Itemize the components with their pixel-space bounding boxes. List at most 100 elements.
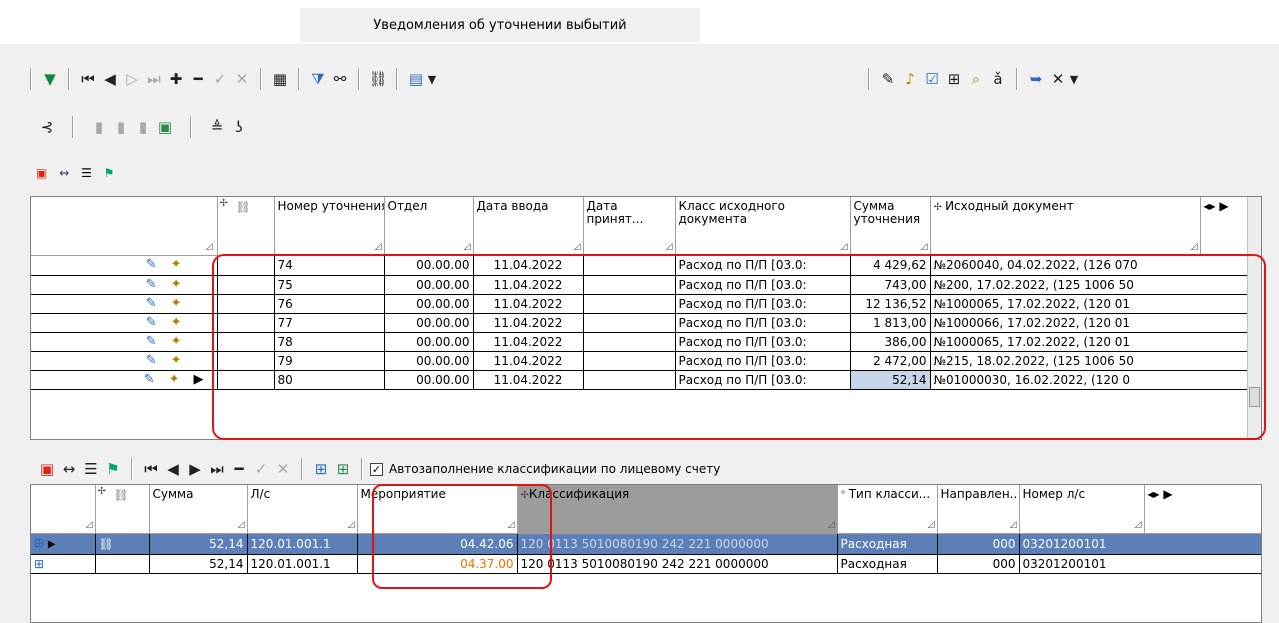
doc-green-icon[interactable]: ▣ [154,116,176,138]
row-indicator[interactable]: ✎ ✦ [31,294,218,314]
list-icon[interactable]: ☰ [81,166,96,180]
case-icon[interactable]: ǎ [987,68,1009,90]
col-ls-header[interactable]: Л/с ◿ [247,485,358,534]
table-row[interactable]: ⊞ 52,14 120.01.001.1 04.37.00 120 0113 50100… [31,554,1261,574]
link-cell[interactable] [95,554,150,574]
col-sum-header[interactable]: Сумма ◿ [149,485,248,534]
prev-record-icon[interactable]: ◀ [162,458,184,480]
row-indicator[interactable]: ✎ ✦ [31,351,218,371]
add-red-icon[interactable]: ▣ [36,166,51,180]
cell-type[interactable]: Расходная [837,534,938,555]
status-icon: ✦ [170,295,182,311]
last-record-icon[interactable]: ⏭ [206,458,228,480]
tree-flag-icon[interactable]: ⚑ [104,166,119,180]
cell-ls[interactable]: 120.01.001.1 [247,554,358,574]
glasses-icon[interactable]: ʖ [228,116,250,138]
lower-link-header[interactable]: ✢ ⛓ [95,485,150,534]
col-class-header[interactable]: Класс исходного документа ◿ [675,197,851,256]
edit-icon[interactable]: ✎ [877,68,899,90]
cell-cls[interactable]: 120 0113 5010080190 242 221 0000000 [517,554,838,574]
row-indicator[interactable]: ✎ ✦ [31,313,218,333]
col-sum-header[interactable]: Сумма уточнения ◿ [850,197,931,256]
expand-icon[interactable]: ↔ [58,458,80,480]
add-icon[interactable]: ✚ [165,68,187,90]
edit-doc-icon: ✎ [145,295,157,311]
col-classification-header[interactable]: ✢Классификация ◿ [517,485,838,534]
confirm-icon[interactable]: ✓ [209,68,231,90]
expand-icon[interactable]: ↔ [59,166,73,180]
edit-doc-icon: ✎ [145,314,157,330]
doc3-icon[interactable]: ▮ [132,116,154,138]
secondary-toolbar: ⊰ ▮ ▮ ▮ ▣ ≜ ʖ [36,114,250,140]
col-doc-header[interactable]: ✢ Исходный документ ◿ [930,197,1201,256]
right-toolbar: ✎ ♪ ☑ ⊞ ⌕ ǎ ➥ ✕ ▼ [868,64,1079,94]
next-record-icon[interactable]: ▷ [121,68,143,90]
add-red-icon[interactable]: ▣ [36,458,58,480]
cell-dir[interactable]: 000 [937,534,1020,555]
binoculars-icon[interactable]: ⚯ [329,68,351,90]
col-date-header[interactable]: Дата ввода ◿ [473,197,584,256]
expand-row-icon[interactable]: ⊞ [34,557,44,571]
col-accepted-header[interactable]: Дата принят... ◿ [583,197,676,256]
add-class-green-icon[interactable]: ⊞ [332,458,354,480]
cell-cls[interactable]: 120 0113 5010080190 242 221 0000000 [517,534,838,555]
row-indicator[interactable]: ✎ ✦ [31,275,218,295]
cell-sum[interactable]: 52,14 [149,554,248,574]
cell-sum[interactable]: 52,14 [149,534,248,555]
dropdown-icon[interactable]: ▼ [1069,68,1079,90]
scroll-cols-header[interactable]: ◂▸ ▶ [1200,197,1251,256]
cell-ls[interactable]: 120.01.001.1 [247,534,358,555]
remove-icon[interactable]: ━ [187,68,209,90]
row-indicator[interactable]: ✎ ✦ [31,332,218,352]
col-lsnum-header[interactable]: Номер л/с ◿ [1019,485,1145,534]
row-indicator[interactable]: ✎ ✦ ▶ [31,370,218,390]
check-icon[interactable]: ☑ [921,68,943,90]
search-doc-icon[interactable]: ⌕ [965,68,987,90]
first-record-icon[interactable]: ⏮ [140,458,162,480]
filter-green-icon[interactable]: ▼ [39,68,61,90]
row-indicator[interactable]: ✎ ✦ [31,256,218,276]
cell-lsnum[interactable]: 03201200101 [1019,554,1261,574]
cell-lsnum[interactable]: 03201200101 [1019,534,1261,555]
autofill-checkbox[interactable]: ✓ [370,462,383,476]
calendar-icon[interactable]: ⊞ [943,68,965,90]
calculator-icon[interactable]: ▦ [269,68,291,90]
col-direction-header[interactable]: Направлен.. ◿ [937,485,1020,534]
tree-icon[interactable]: ⊰ [36,116,58,138]
export-icon[interactable]: ▤ [405,68,427,90]
tree-flag-icon[interactable]: ⚑ [102,458,124,480]
link-cell[interactable]: ⛓ [95,534,150,555]
col-type-header[interactable]: ° Тип класси... ◿ [837,485,938,534]
add-class-icon[interactable]: ⊞ [310,458,332,480]
sign-icon[interactable]: ≜ [206,116,228,138]
tab-notifications[interactable]: Уведомления об уточнении выбытий [300,8,700,42]
col-num-header[interactable]: Номер уточнения ◿ [274,197,385,256]
expand-row-icon[interactable]: ⊞ [34,536,44,550]
cancel-icon[interactable]: ✕ [272,458,294,480]
prev-record-icon[interactable]: ◀ [99,68,121,90]
exit-icon[interactable]: ➥ [1025,68,1047,90]
row-indicator[interactable]: ⊞ [31,554,96,574]
cell-dir[interactable]: 000 [937,554,1020,574]
cancel-icon[interactable]: ✕ [231,68,253,90]
table-row[interactable]: ⊞ ▶ ⛓ 52,14 120.01.001.1 04.42.06 120 0113 50… [31,534,1261,555]
remove-icon[interactable]: ━ [228,458,250,480]
row-indicator[interactable]: ⊞ ▶ [31,534,96,555]
col-dept-header[interactable]: Отдел ◿ [384,197,474,256]
close-icon[interactable]: ✕ [1047,68,1069,90]
first-record-icon[interactable]: ⏮ [77,68,99,90]
bell-icon[interactable]: ♪ [899,68,921,90]
dropdown-icon[interactable]: ▼ [427,68,437,90]
last-record-icon[interactable]: ⏭ [143,68,165,90]
link-icon[interactable]: ⛓ [367,68,389,90]
funnel-icon[interactable]: ⧩ [307,68,329,90]
link-col-header[interactable]: ✢ ⛓ [217,197,275,256]
list-icon[interactable]: ☰ [80,458,102,480]
doc1-icon[interactable]: ▮ [88,116,110,138]
lower-scroll-cols[interactable]: ◂▸ ▶ [1144,485,1261,534]
next-record-icon[interactable]: ▶ [184,458,206,480]
doc2-icon[interactable]: ▮ [110,116,132,138]
cell-type[interactable]: Расходная [837,554,938,574]
current-row-icon: ▶ [47,539,56,550]
confirm-icon[interactable]: ✓ [250,458,272,480]
